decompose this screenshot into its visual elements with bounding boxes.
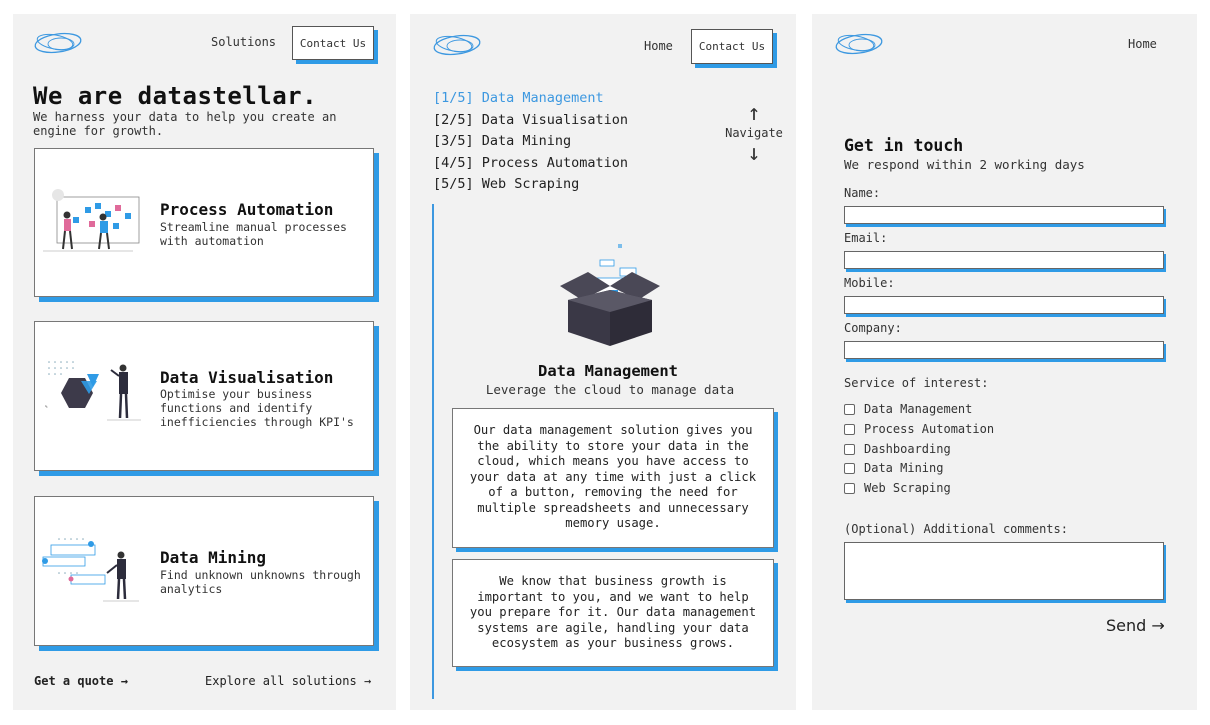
card-title: Data Mining [160, 548, 266, 567]
section-divider-line [432, 204, 434, 699]
get-a-quote-link[interactable]: Get a quote → [34, 674, 128, 688]
checkbox-box[interactable] [844, 482, 855, 494]
contact-us-button[interactable]: Contact Us [691, 29, 773, 64]
service-item-data-management[interactable]: [1/5] Data Management [433, 88, 628, 110]
card-description: Optimise your business functions and ide… [160, 387, 354, 429]
checkbox-box[interactable] [844, 443, 855, 455]
name-field[interactable] [844, 206, 1164, 224]
form-subtitle: We respond within 2 working days [844, 157, 1085, 172]
detail-title: Data Management [538, 362, 678, 380]
contact-panel: Home Get in touch We respond within 2 wo… [812, 14, 1197, 710]
checkbox-web-scraping[interactable]: Web Scraping [844, 481, 951, 495]
navigate-control: ↑ Navigate ↓ [722, 102, 786, 166]
datastellar-logo[interactable] [432, 32, 482, 58]
checkbox-box[interactable] [844, 403, 855, 415]
navigate-label: Navigate [725, 126, 783, 140]
checkbox-dashboarding[interactable]: Dashboarding [844, 442, 951, 456]
card-title: Process Automation [160, 200, 334, 219]
nav-solutions-link[interactable]: Solutions [211, 35, 276, 49]
service-item-data-mining[interactable]: [3/5] Data Mining [433, 131, 628, 153]
data-visualisation-illustration: % [45, 361, 141, 421]
card-title: Data Visualisation [160, 368, 334, 387]
mobile-label: Mobile: [844, 276, 895, 290]
datastellar-logo[interactable] [834, 31, 884, 57]
card-description: Streamline manual processes with automat… [160, 220, 347, 248]
process-automation-illustration [43, 189, 140, 252]
checkbox-data-mining[interactable]: Data Mining [844, 461, 943, 475]
mobile-field[interactable] [844, 296, 1164, 314]
service-item-process-automation[interactable]: [4/5] Process Automation [433, 153, 628, 175]
email-label: Email: [844, 231, 888, 245]
data-mining-illustration [42, 538, 139, 602]
solutions-panel: Home Contact Us [1/5] Data Management [2… [410, 14, 796, 710]
checkbox-label: Data Mining [864, 461, 944, 475]
card-description: Find unknown unknowns through analytics [160, 568, 361, 596]
detail-paragraph-2: We know that business growth is importan… [452, 559, 774, 667]
company-field[interactable] [844, 341, 1164, 359]
service-of-interest-label: Service of interest: [844, 376, 989, 390]
checkbox-label: Web Scraping [864, 481, 951, 495]
name-label: Name: [844, 186, 881, 200]
service-item-web-scraping[interactable]: [5/5] Web Scraping [433, 174, 628, 196]
service-list: [1/5] Data Management [2/5] Data Visuali… [433, 88, 628, 196]
checkbox-box[interactable] [844, 423, 855, 435]
contact-us-button[interactable]: Contact Us [292, 26, 374, 60]
checkbox-label: Process Automation [864, 422, 995, 436]
checkbox-box[interactable] [844, 462, 855, 474]
card-data-mining[interactable]: Data Mining Find unknown unknowns throug… [34, 496, 374, 646]
nav-home-link[interactable]: Home [644, 39, 673, 53]
checkbox-data-management[interactable]: Data Management [844, 402, 972, 416]
open-box-illustration [560, 244, 660, 346]
detail-subtitle: Leverage the cloud to manage data [485, 382, 735, 397]
navigate-up-arrow-icon[interactable]: ↑ [722, 102, 786, 126]
home-panel: Solutions Contact Us We are datastellar.… [13, 14, 396, 710]
company-label: Company: [844, 321, 902, 335]
hero-subtitle: We harness your data to help you create … [33, 110, 337, 138]
checkbox-label: Dashboarding [864, 442, 951, 456]
email-field[interactable] [844, 251, 1164, 269]
card-data-visualisation[interactable]: % Data Visualisation Optimise your busin… [34, 321, 374, 471]
hero-title: We are datastellar. [33, 82, 318, 110]
checkbox-label: Data Management [864, 402, 973, 416]
service-item-data-visualisation[interactable]: [2/5] Data Visualisation [433, 110, 628, 132]
send-button[interactable]: Send → [1106, 616, 1165, 635]
comments-label: (Optional) Additional comments: [844, 522, 1068, 536]
checkbox-process-automation[interactable]: Process Automation [844, 422, 994, 436]
datastellar-logo[interactable] [33, 30, 83, 56]
detail-paragraph-1: Our data management solution gives you t… [452, 408, 774, 548]
svg-text:%: % [45, 404, 48, 409]
form-title: Get in touch [844, 136, 964, 155]
navigate-down-arrow-icon[interactable]: ↓ [722, 142, 786, 166]
nav-home-link[interactable]: Home [1128, 37, 1157, 51]
explore-solutions-link[interactable]: Explore all solutions → [205, 674, 371, 688]
card-process-automation[interactable]: Process Automation Streamline manual pro… [34, 148, 374, 297]
comments-textarea[interactable] [844, 542, 1164, 600]
